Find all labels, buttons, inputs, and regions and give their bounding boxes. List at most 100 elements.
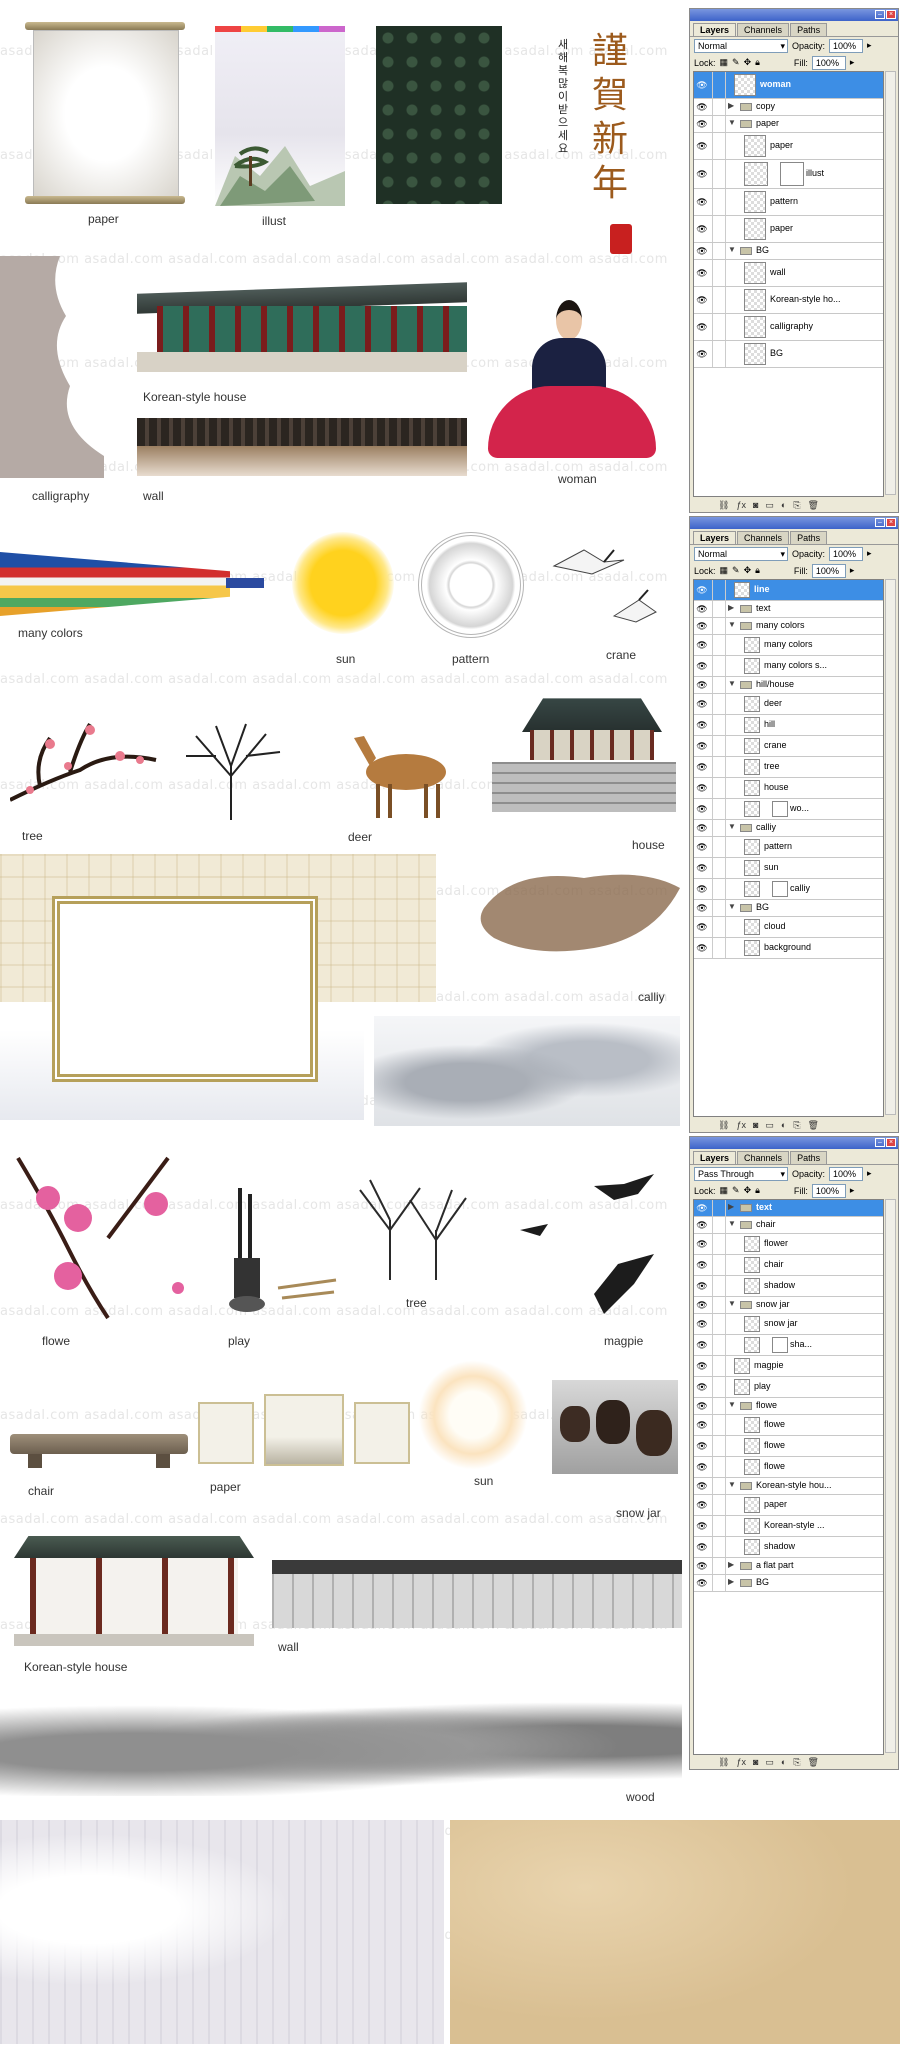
layer-style-icon[interactable]: ƒx <box>736 1757 746 1767</box>
adjustment-layer-icon[interactable]: ◐ <box>781 1757 786 1767</box>
link-slot[interactable] <box>712 580 726 600</box>
fill-input[interactable]: 100% <box>811 55 846 70</box>
visibility-eye-icon[interactable]: 👁︎ <box>696 677 708 693</box>
link-slot[interactable] <box>712 677 726 693</box>
layer-row[interactable]: 👁︎ Korean-style ... <box>694 1516 883 1537</box>
link-slot[interactable] <box>712 1398 726 1414</box>
layer-row[interactable]: 👁︎ chair <box>694 1255 883 1276</box>
layer-row[interactable]: 👁︎ shadow <box>694 1537 883 1558</box>
expand-down-icon[interactable]: ▼ <box>728 679 736 688</box>
layer-style-icon[interactable]: ƒx <box>736 500 746 510</box>
lock-all-icon[interactable]: 🔒︎ <box>755 565 760 576</box>
layer-group-row[interactable]: 👁︎ ▼ BG <box>694 900 883 917</box>
layer-group-row[interactable]: 👁︎ ▶ copy <box>694 99 883 116</box>
expand-right-icon[interactable]: ▶ <box>728 1577 734 1586</box>
tab-layers[interactable]: Layers <box>693 1151 737 1164</box>
link-slot[interactable] <box>712 1335 726 1355</box>
link-slot[interactable] <box>712 1436 726 1456</box>
layers-scrollbar[interactable] <box>885 71 896 495</box>
tab-layers[interactable]: Layers <box>693 531 737 544</box>
visibility-eye-icon[interactable]: 👁︎ <box>696 1398 708 1414</box>
layer-row[interactable]: 👁︎ flowe <box>694 1457 883 1478</box>
opacity-arrow-icon[interactable]: ▸ <box>867 548 872 559</box>
expand-down-icon[interactable]: ▼ <box>728 1299 736 1308</box>
visibility-eye-icon[interactable]: 👁︎ <box>696 1356 708 1376</box>
tab-paths[interactable]: Paths <box>790 1151 828 1164</box>
link-slot[interactable] <box>712 99 726 115</box>
visibility-eye-icon[interactable]: 👁︎ <box>696 618 708 634</box>
visibility-eye-icon[interactable]: 👁︎ <box>696 715 708 735</box>
layer-row[interactable]: 👁︎ flower <box>694 1234 883 1255</box>
close-icon[interactable]: × <box>886 10 896 19</box>
add-mask-icon[interactable]: ◙ <box>753 1757 758 1767</box>
layer-row[interactable]: 👁︎ cloud <box>694 917 883 938</box>
expand-down-icon[interactable]: ▼ <box>728 245 736 254</box>
visibility-eye-icon[interactable]: 👁︎ <box>696 1478 708 1494</box>
new-group-icon[interactable]: ▭ <box>765 1757 774 1768</box>
layer-row[interactable]: 👁︎ flowe <box>694 1415 883 1436</box>
trash-icon[interactable]: 🗑︎ <box>808 1120 819 1131</box>
layer-group-row[interactable]: 👁︎ ▼ BG <box>694 243 883 260</box>
layer-row[interactable]: 👁︎ woman <box>694 72 883 99</box>
new-layer-icon[interactable]: ⎘ <box>793 1120 800 1131</box>
layer-row[interactable]: 👁︎ calligraphy <box>694 314 883 341</box>
tab-paths[interactable]: Paths <box>790 23 828 36</box>
visibility-eye-icon[interactable]: 👁︎ <box>696 1276 708 1296</box>
layer-row[interactable]: 👁︎ BG <box>694 341 883 368</box>
layer-group-row[interactable]: 👁︎ ▼ many colors <box>694 618 883 635</box>
visibility-eye-icon[interactable]: 👁︎ <box>696 1335 708 1355</box>
visibility-eye-icon[interactable]: 👁︎ <box>696 858 708 878</box>
opacity-input[interactable]: 100% <box>829 38 864 53</box>
visibility-eye-icon[interactable]: 👁︎ <box>696 72 708 98</box>
visibility-eye-icon[interactable]: 👁︎ <box>696 694 708 714</box>
minimize-icon[interactable]: – <box>875 1138 885 1147</box>
tab-layers[interactable]: Layers <box>693 23 737 36</box>
link-slot[interactable] <box>712 1537 726 1557</box>
expand-right-icon[interactable]: ▶ <box>728 1560 734 1569</box>
link-slot[interactable] <box>712 1516 726 1536</box>
tab-channels[interactable]: Channels <box>737 531 790 544</box>
layer-group-row[interactable]: 👁︎ ▼ snow jar <box>694 1297 883 1314</box>
layers-scrollbar[interactable] <box>885 579 896 1115</box>
visibility-eye-icon[interactable]: 👁︎ <box>696 635 708 655</box>
new-group-icon[interactable]: ▭ <box>765 1120 774 1131</box>
link-slot[interactable] <box>712 1457 726 1477</box>
link-slot[interactable] <box>712 216 726 242</box>
fill-input[interactable]: 100% <box>811 1183 846 1198</box>
visibility-eye-icon[interactable]: 👁︎ <box>696 799 708 819</box>
link-slot[interactable] <box>712 116 726 132</box>
link-slot[interactable] <box>712 799 726 819</box>
visibility-eye-icon[interactable]: 👁︎ <box>696 1558 708 1574</box>
link-slot[interactable] <box>712 189 726 215</box>
link-slot[interactable] <box>712 879 726 899</box>
visibility-eye-icon[interactable]: 👁︎ <box>696 1297 708 1313</box>
opacity-input[interactable]: 100% <box>829 546 864 561</box>
visibility-eye-icon[interactable]: 👁︎ <box>696 1234 708 1254</box>
expand-right-icon[interactable]: ▶ <box>728 603 734 612</box>
layer-group-row[interactable]: 👁︎ ▼ hill/house <box>694 677 883 694</box>
tab-channels[interactable]: Channels <box>737 23 790 36</box>
layer-row[interactable]: 👁︎ many colors s... <box>694 656 883 677</box>
add-mask-icon[interactable]: ◙ <box>753 1120 758 1130</box>
adjustment-layer-icon[interactable]: ◐ <box>781 500 786 510</box>
visibility-eye-icon[interactable]: 👁︎ <box>696 1537 708 1557</box>
layer-row[interactable]: 👁︎ pattern <box>694 837 883 858</box>
link-layers-icon[interactable]: ⛓ <box>718 500 729 511</box>
visibility-eye-icon[interactable]: 👁︎ <box>696 1415 708 1435</box>
layer-row[interactable]: 👁︎ hill <box>694 715 883 736</box>
link-slot[interactable] <box>712 1415 726 1435</box>
visibility-eye-icon[interactable]: 👁︎ <box>696 1575 708 1591</box>
visibility-eye-icon[interactable]: 👁︎ <box>696 736 708 756</box>
layer-row[interactable]: 👁︎ play <box>694 1377 883 1398</box>
visibility-eye-icon[interactable]: 👁︎ <box>696 900 708 916</box>
link-slot[interactable] <box>712 757 726 777</box>
lock-transparent-icon[interactable]: ▦ <box>720 565 729 576</box>
expand-down-icon[interactable]: ▼ <box>728 822 736 831</box>
add-mask-icon[interactable]: ◙ <box>753 500 758 510</box>
layer-row[interactable]: 👁︎ line <box>694 580 883 601</box>
visibility-eye-icon[interactable]: 👁︎ <box>696 314 708 340</box>
layer-group-row[interactable]: 👁︎ ▶ text <box>694 1200 883 1217</box>
layer-row[interactable]: 👁︎ Korean-style ho... <box>694 287 883 314</box>
expand-down-icon[interactable]: ▼ <box>728 1400 736 1409</box>
expand-down-icon[interactable]: ▼ <box>728 1480 736 1489</box>
